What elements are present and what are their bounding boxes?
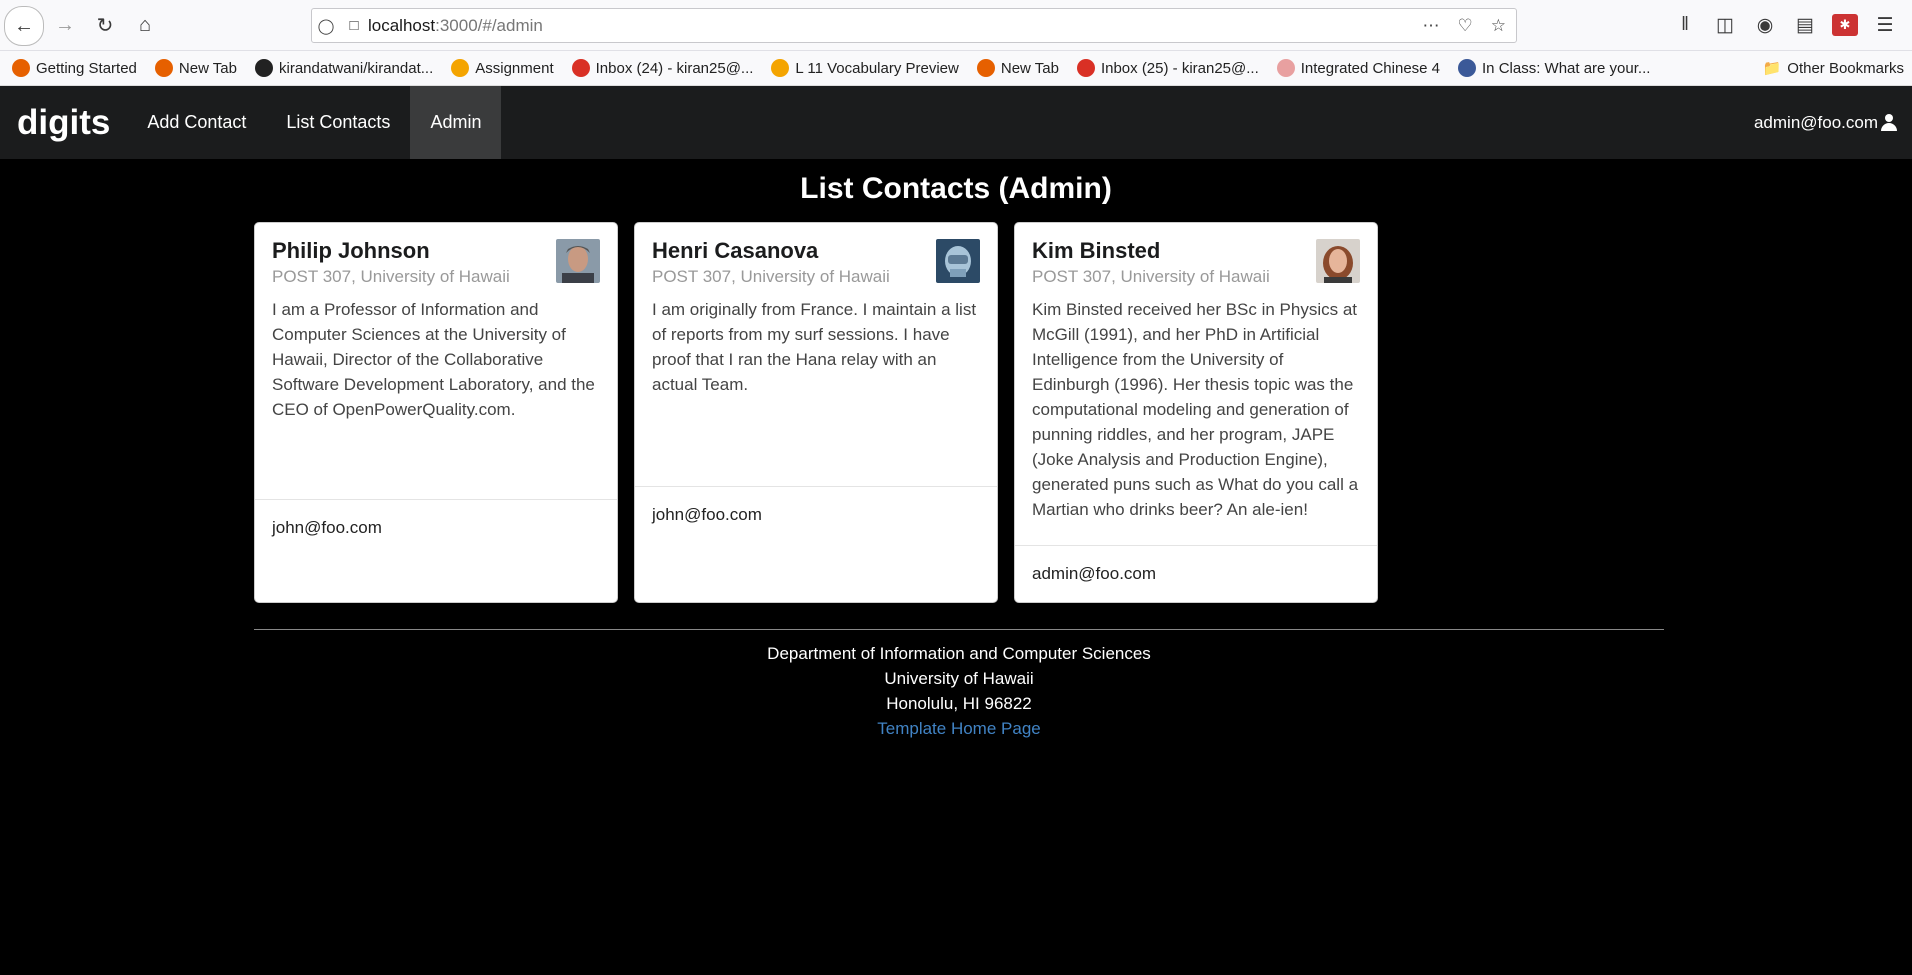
- bookmark-item[interactable]: New Tab: [976, 59, 1059, 77]
- pocket-icon[interactable]: ♡: [1458, 16, 1473, 36]
- contact-card: Henri Casanova POST 307, University of H…: [634, 222, 998, 603]
- contact-address: POST 307, University of Hawaii: [652, 267, 890, 286]
- bookmark-favicon-icon: [771, 59, 790, 77]
- bookmark-item[interactable]: kirandatwani/kirandat...: [255, 59, 433, 77]
- contact-description: I am a Professor of Information and Comp…: [272, 300, 595, 419]
- url-host: localhost: [368, 15, 436, 35]
- home-icon[interactable]: ⌂: [127, 7, 163, 43]
- avatar-kim-binsted: [1316, 239, 1360, 283]
- avatar-henri-casanova: [936, 239, 980, 283]
- user-email: admin@foo.com: [1753, 112, 1878, 132]
- account-icon[interactable]: ◉: [1752, 14, 1778, 37]
- other-bookmarks[interactable]: 📁 Other Bookmarks: [1762, 59, 1904, 78]
- bookmark-favicon-icon: [571, 59, 590, 77]
- user-icon: [1880, 113, 1898, 132]
- nav-admin[interactable]: Admin: [410, 86, 502, 159]
- reload-icon[interactable]: ↻: [87, 7, 123, 43]
- bookmark-item[interactable]: In Class: What are your...: [1458, 59, 1650, 77]
- bookmark-item[interactable]: L 11 Vocabulary Preview: [771, 59, 959, 77]
- bookmark-favicon-icon: [255, 59, 273, 77]
- bookmark-label: Inbox (25) - kiran25@...: [1100, 59, 1259, 77]
- bookmark-label: Getting Started: [36, 59, 137, 77]
- nav-add-contact[interactable]: Add Contact: [127, 86, 266, 159]
- folder-icon: 📁: [1762, 60, 1782, 77]
- footer-department: Department of Information and Computer S…: [767, 644, 1151, 663]
- bookmark-item[interactable]: Inbox (24) - kiran25@...: [571, 59, 754, 77]
- bookmark-favicon-icon: [976, 59, 995, 77]
- contact-card: Philip Johnson POST 307, University of H…: [254, 222, 618, 603]
- brand-logo[interactable]: digits: [0, 86, 127, 159]
- contact-card: Kim Binsted POST 307, University of Hawa…: [1014, 222, 1378, 603]
- app-navbar: digits Add Contact List Contacts Admin a…: [0, 86, 1912, 159]
- footer-university: University of Hawaii: [884, 669, 1034, 688]
- contact-owner: john@foo.com: [255, 499, 617, 556]
- bookmark-label: Integrated Chinese 4: [1300, 59, 1441, 77]
- contact-name: Henri Casanova: [652, 238, 819, 263]
- bookmark-favicon-icon: [451, 59, 470, 77]
- browser-toolbar: ← → ↻ ⌂ ◯ □ localhost:3000/#/admin ⋯ ♡ ☆…: [0, 0, 1912, 51]
- footer-divider: [254, 629, 1664, 630]
- bookmark-favicon-icon: [1076, 59, 1095, 77]
- bookmark-favicon-icon: [1458, 59, 1477, 77]
- back-arrow-icon[interactable]: ←: [4, 6, 44, 46]
- contact-name: Kim Binsted: [1032, 238, 1161, 263]
- bookmark-label: New Tab: [178, 59, 237, 77]
- bookmark-item[interactable]: Inbox (25) - kiran25@...: [1076, 59, 1259, 77]
- bookmark-label: Assignment: [475, 59, 554, 77]
- url-bar[interactable]: ◯ □ localhost:3000/#/admin ⋯ ♡ ☆: [311, 8, 1517, 43]
- reader-icon[interactable]: ▤: [1792, 14, 1818, 37]
- bookmark-item[interactable]: New Tab: [154, 59, 237, 77]
- contact-description: Kim Binsted received her BSc in Physics …: [1032, 300, 1359, 519]
- contact-name: Philip Johnson: [272, 238, 430, 263]
- more-actions-icon[interactable]: ⋯: [1423, 16, 1440, 36]
- bookmark-label: Inbox (24) - kiran25@...: [595, 59, 754, 77]
- template-home-link[interactable]: Template Home Page: [254, 716, 1664, 741]
- bookmark-favicon-icon: [1276, 59, 1295, 77]
- bookmark-label: kirandatwani/kirandat...: [279, 59, 434, 77]
- page-icon: □: [349, 17, 359, 34]
- other-bookmarks-label: Other Bookmarks: [1787, 59, 1904, 77]
- contact-description: I am originally from France. I maintain …: [652, 300, 977, 394]
- shield-icon: ◯: [317, 17, 335, 35]
- contact-owner: admin@foo.com: [1015, 545, 1377, 602]
- nav-list-contacts[interactable]: List Contacts: [266, 86, 410, 159]
- bookmark-item[interactable]: Getting Started: [12, 59, 137, 77]
- avatar-philip-johnson: [556, 239, 600, 283]
- extension-icon[interactable]: ✱: [1832, 14, 1858, 36]
- footer: Department of Information and Computer S…: [254, 629, 1664, 741]
- contact-address: POST 307, University of Hawaii: [272, 267, 510, 286]
- page-title: List Contacts (Admin): [800, 172, 1112, 205]
- contact-owner: john@foo.com: [635, 486, 997, 543]
- contact-address: POST 307, University of Hawaii: [1032, 267, 1270, 286]
- bookmarks-bar: Getting Started New Tab kirandatwani/kiran…: [0, 51, 1912, 86]
- bookmark-item[interactable]: Integrated Chinese 4: [1276, 59, 1441, 77]
- sidebar-icon[interactable]: ◫: [1712, 14, 1738, 37]
- bookmark-label: L 11 Vocabulary Preview: [795, 59, 959, 77]
- menu-icon[interactable]: ☰: [1872, 14, 1898, 37]
- bookmark-item[interactable]: Assignment: [451, 59, 554, 77]
- forward-arrow-icon[interactable]: →: [47, 7, 83, 43]
- library-icon[interactable]: ‖: [1672, 14, 1698, 36]
- footer-address: Honolulu, HI 96822: [886, 694, 1032, 713]
- bookmark-favicon-icon: [154, 59, 173, 77]
- bookmark-star-icon[interactable]: ☆: [1491, 16, 1506, 36]
- bookmark-favicon-icon: [12, 59, 30, 77]
- user-menu[interactable]: admin@foo.com: [1754, 86, 1912, 159]
- url-path: :3000/#/admin: [435, 15, 543, 35]
- bookmark-label: New Tab: [1000, 59, 1059, 77]
- bookmark-label: In Class: What are your...: [1482, 59, 1651, 77]
- contact-cards: Philip Johnson POST 307, University of H…: [254, 222, 1378, 603]
